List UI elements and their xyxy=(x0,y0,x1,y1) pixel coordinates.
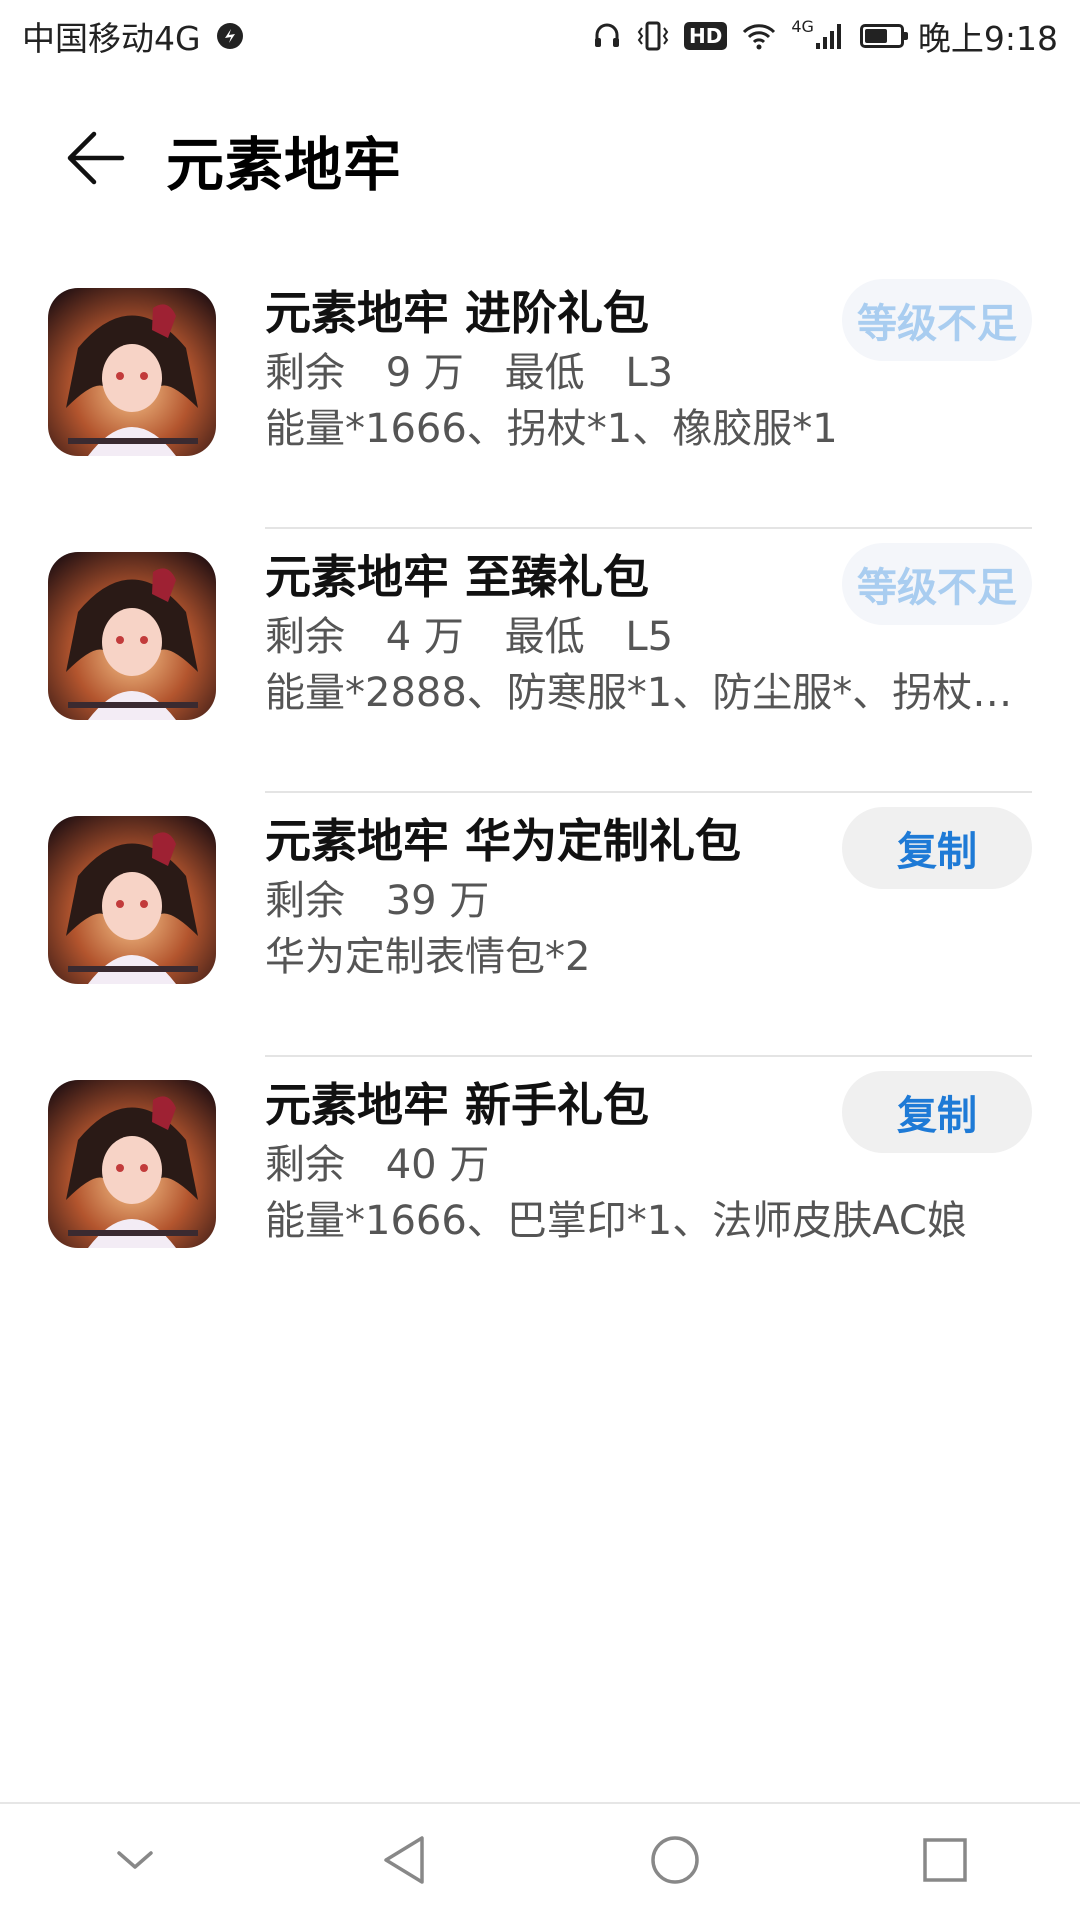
gift-list: 元素地牢 进阶礼包 剩余 9 万 最低 L3 能量*1666、拐杖*1、橡胶服*… xyxy=(0,265,1080,1321)
remaining-label: 剩余 xyxy=(265,350,345,396)
recents-square-icon xyxy=(920,1835,970,1889)
clock-label: 晚上9:18 xyxy=(917,19,1058,58)
min-level-value: L5 xyxy=(625,614,674,660)
status-bar-right: HD 4G 晚上9:18 xyxy=(592,12,1058,60)
status-bar-left: 中国移动4G xyxy=(22,12,245,60)
copy-button[interactable]: 复制 xyxy=(842,1071,1032,1153)
battery-icon xyxy=(859,24,908,48)
min-level-label: 最低 xyxy=(504,614,585,660)
app-header: 元素地牢 xyxy=(0,100,1080,220)
network-type-label: 4G xyxy=(791,16,814,36)
nav-home-button[interactable] xyxy=(625,1812,725,1912)
remaining-value: 4 万 xyxy=(385,614,464,660)
insufficient-level-button[interactable]: 等级不足 xyxy=(842,543,1032,625)
gift-contents: 华为定制表情包*2 xyxy=(265,934,591,980)
game-thumbnail xyxy=(48,1080,216,1248)
cellular-signal-icon: 4G xyxy=(791,17,846,51)
remaining-label: 剩余 xyxy=(265,878,345,924)
gift-contents: 能量*1666、巴掌印*1、法师皮肤AC娘 xyxy=(265,1198,967,1244)
gift-row: 元素地牢 进阶礼包 剩余 9 万 最低 L3 能量*1666、拐杖*1、橡胶服*… xyxy=(0,265,1080,529)
wifi-icon xyxy=(741,21,777,51)
remaining-value: 40 万 xyxy=(385,1142,490,1188)
remaining-value: 39 万 xyxy=(385,878,490,924)
copy-button[interactable]: 复制 xyxy=(842,807,1032,889)
back-button[interactable] xyxy=(36,100,156,220)
carrier-data-icon xyxy=(215,21,245,51)
vibrate-icon xyxy=(636,20,670,52)
remaining-value: 9 万 xyxy=(385,350,464,396)
carrier-label: 中国移动4G xyxy=(22,19,201,58)
gift-row: 元素地牢 华为定制礼包 剩余 39 万 华为定制表情包*2 复制 xyxy=(0,793,1080,1057)
status-bar: 中国移动4G HD 4G 晚上9:18 xyxy=(0,0,1080,72)
nav-recents-button[interactable] xyxy=(895,1812,995,1912)
page-title: 元素地牢 xyxy=(166,131,403,199)
back-triangle-icon xyxy=(380,1833,430,1891)
gift-row: 元素地牢 新手礼包 剩余 40 万 能量*1666、巴掌印*1、法师皮肤AC娘 … xyxy=(0,1057,1080,1321)
system-nav-bar xyxy=(0,1802,1080,1920)
gift-contents: 能量*1666、拐杖*1、橡胶服*1 xyxy=(265,406,838,452)
game-thumbnail xyxy=(48,288,216,456)
gift-row: 元素地牢 至臻礼包 剩余 4 万 最低 L5 能量*2888、防寒服*1、防尘服… xyxy=(0,529,1080,793)
home-circle-icon xyxy=(648,1833,702,1891)
chevron-down-icon xyxy=(113,1845,157,1879)
headphone-icon xyxy=(592,21,622,51)
remaining-label: 剩余 xyxy=(265,1142,345,1188)
game-thumbnail xyxy=(48,816,216,984)
nav-hide-button[interactable] xyxy=(85,1812,185,1912)
game-thumbnail xyxy=(48,552,216,720)
min-level-value: L3 xyxy=(625,350,674,396)
arrow-left-icon xyxy=(64,128,128,192)
insufficient-level-button[interactable]: 等级不足 xyxy=(842,279,1032,361)
gift-contents: 能量*2888、防寒服*1、防尘服*、拐杖*… xyxy=(265,670,1020,716)
nav-back-button[interactable] xyxy=(355,1812,455,1912)
min-level-label: 最低 xyxy=(504,350,585,396)
remaining-label: 剩余 xyxy=(265,614,345,660)
hd-icon: HD xyxy=(683,22,728,50)
